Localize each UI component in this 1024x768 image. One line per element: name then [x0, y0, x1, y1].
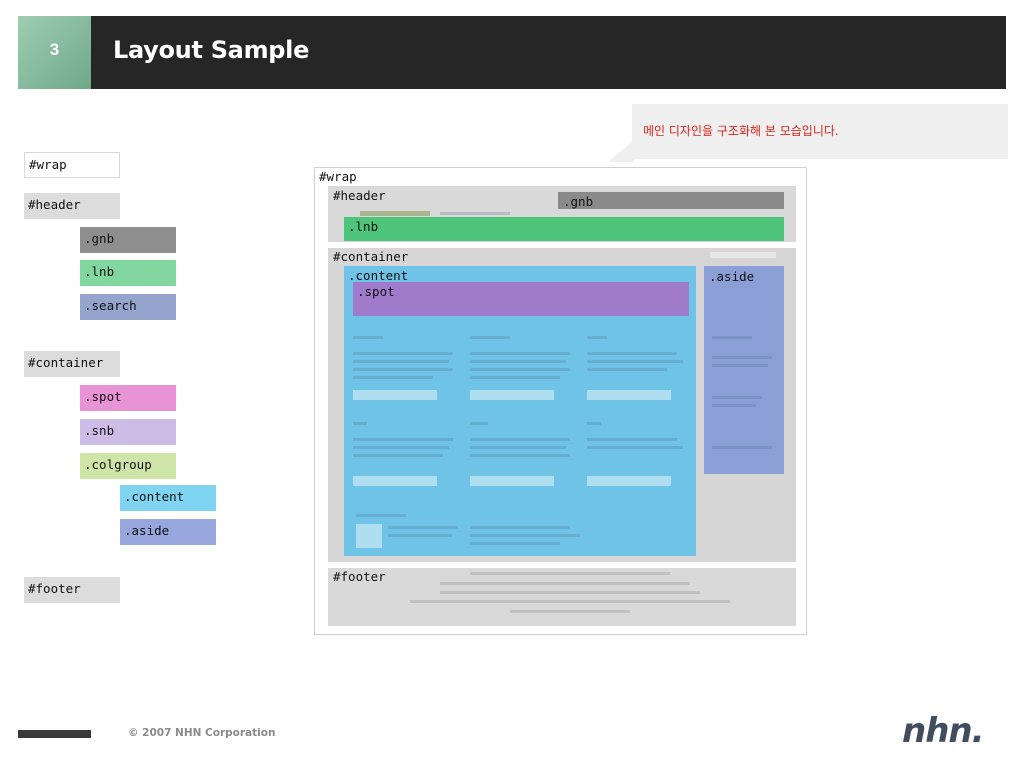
mock-line — [470, 360, 566, 363]
legend-gnb: .gnb — [80, 227, 176, 253]
mock-line — [353, 454, 443, 457]
mock-line — [587, 360, 683, 363]
callout-pointer — [608, 140, 634, 162]
bottom-accent-bar — [18, 730, 91, 738]
mock-line — [587, 438, 677, 441]
legend-search: .search — [80, 294, 176, 320]
mock-line — [470, 376, 560, 379]
mock-footer-line — [470, 572, 670, 575]
slide-number: 3 — [49, 39, 60, 59]
mock-line — [587, 368, 667, 371]
mock-text-line — [440, 212, 510, 215]
legend-spot: .spot — [80, 385, 176, 411]
mock-heading-4 — [353, 422, 367, 425]
legend-aside: .aside — [120, 519, 216, 545]
mock-field — [470, 476, 554, 486]
diagram-spot — [353, 282, 689, 316]
mock-footer-line — [440, 582, 690, 585]
mock-line — [356, 514, 406, 517]
mock-heading-1 — [353, 336, 383, 339]
mock-thumb — [356, 524, 382, 548]
mock-line — [470, 454, 570, 457]
diagram-footer — [328, 568, 796, 626]
diagram-wrap-label: #wrap — [319, 169, 357, 184]
diagram-aside-label: .aside — [709, 269, 755, 284]
legend-content: .content — [120, 485, 216, 511]
mock-line — [470, 352, 570, 355]
slide-number-badge: 3 — [18, 16, 91, 89]
mock-line — [470, 446, 566, 449]
mock-line — [470, 368, 570, 371]
mock-line — [712, 396, 762, 399]
mock-line — [353, 360, 449, 363]
diagram-container-label: #container — [333, 249, 409, 264]
mock-line — [712, 364, 768, 367]
legend-colgroup: .colgroup — [80, 453, 176, 479]
mock-line — [353, 368, 453, 371]
callout-text: 메인 디자인을 구조화해 본 모습입니다. — [643, 124, 839, 138]
mock-line — [353, 438, 453, 441]
legend-footer: #footer — [24, 577, 120, 603]
mock-line — [712, 446, 772, 449]
mock-heading-2 — [470, 336, 510, 339]
mock-field — [587, 390, 671, 400]
diagram-spot-label: .spot — [357, 284, 395, 299]
mock-line — [587, 352, 677, 355]
mock-line — [470, 534, 580, 537]
mock-footer-line — [410, 600, 730, 603]
mock-field — [353, 390, 437, 400]
mock-heading-3 — [587, 336, 607, 339]
mock-line — [353, 446, 449, 449]
mock-line — [712, 356, 772, 359]
legend-container: #container — [24, 351, 120, 377]
mock-line — [388, 534, 452, 537]
slide-title: Layout Sample — [113, 36, 310, 64]
mock-line — [388, 526, 458, 529]
diagram-lnb — [344, 217, 784, 241]
mock-logo-line — [360, 211, 430, 216]
legend-snb: .snb — [80, 419, 176, 445]
mock-heading-5 — [470, 422, 488, 425]
mock-field — [587, 476, 671, 486]
mock-line — [712, 336, 752, 339]
legend-header: #header — [24, 193, 120, 219]
legend-wrap: #wrap — [24, 152, 120, 178]
copyright-text: © 2007 NHN Corporation — [128, 727, 276, 739]
diagram-footer-label: #footer — [333, 569, 386, 584]
mock-line — [712, 404, 756, 407]
mock-line — [353, 376, 433, 379]
diagram-aside — [704, 266, 784, 474]
mock-field — [353, 476, 437, 486]
diagram-gnb-label: .gnb — [563, 194, 594, 209]
mock-line — [470, 438, 570, 441]
legend-lnb: .lnb — [80, 260, 176, 286]
mock-line — [587, 446, 683, 449]
mock-footer-line — [440, 591, 700, 594]
mock-aside-top — [710, 252, 776, 258]
diagram-header-label: #header — [333, 188, 386, 203]
mock-field — [470, 390, 554, 400]
mock-heading-6 — [587, 422, 601, 425]
mock-line — [353, 352, 453, 355]
mock-line — [470, 526, 570, 529]
nhn-logo: nhn. — [902, 711, 985, 751]
diagram-lnb-label: .lnb — [348, 219, 379, 234]
diagram-content-label: .content — [348, 268, 409, 283]
mock-footer-line — [510, 610, 630, 613]
mock-line — [470, 542, 560, 545]
